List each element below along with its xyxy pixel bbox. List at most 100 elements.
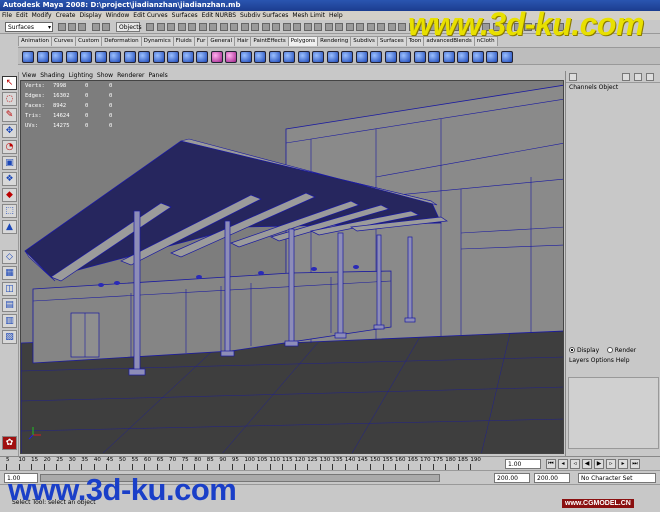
hypershade-layout-icon[interactable]: ▥ — [2, 314, 17, 328]
attribute-editor-icon[interactable] — [622, 73, 630, 81]
perspective-viewport[interactable]: Verts: 7998 0 0 Edges: 16302 0 0 Faces: 8942 0 0 Tri… — [20, 80, 564, 454]
shelf-tool-icon[interactable] — [196, 51, 208, 63]
new-scene-icon[interactable] — [58, 23, 66, 31]
shelf-tool-icon[interactable] — [138, 51, 150, 63]
panel-menu-item[interactable]: Panels — [146, 72, 169, 79]
shelf-tool-icon[interactable] — [312, 51, 324, 63]
rotate-tool-icon[interactable]: ◔ — [2, 140, 17, 154]
display-layer-radio[interactable]: Display — [569, 347, 599, 354]
lasso-tool-icon[interactable]: ◌ — [2, 92, 17, 106]
play-back-icon[interactable]: ◀ — [582, 459, 592, 469]
shelf-tab[interactable]: Surfaces — [376, 36, 407, 46]
status-line-icon[interactable] — [209, 23, 217, 31]
prev-key-icon[interactable]: ◃ — [570, 459, 580, 469]
menu-item[interactable]: Edit Curves — [131, 12, 169, 19]
status-line-icon[interactable] — [356, 23, 364, 31]
shelf-tool-icon[interactable] — [181, 51, 194, 63]
status-line-icon[interactable] — [314, 23, 322, 31]
current-frame-field[interactable]: 1.00 — [505, 459, 541, 469]
shelf-tool-icon[interactable] — [457, 51, 469, 63]
shelf-tool-icon[interactable] — [225, 51, 237, 63]
shelf-tool-icon[interactable] — [326, 51, 339, 63]
shelf-tool-icon[interactable] — [500, 51, 513, 63]
shelf-tool-icon[interactable] — [355, 51, 368, 63]
shelf-tool-icon[interactable] — [80, 51, 92, 63]
status-line-icon[interactable] — [335, 23, 343, 31]
end-time-field[interactable]: 200.00 — [494, 473, 530, 483]
status-line-icon[interactable] — [177, 23, 186, 31]
shelf-tab[interactable]: Rendering — [317, 36, 352, 46]
persp-graph-layout-icon[interactable]: ▤ — [2, 298, 17, 312]
status-line-icon[interactable] — [230, 23, 238, 31]
menu-item[interactable]: Edit — [14, 12, 30, 19]
save-scene-icon[interactable] — [78, 23, 86, 31]
status-line-icon[interactable] — [303, 23, 312, 31]
render-layer-radio[interactable]: Render — [606, 347, 636, 354]
shelf-tool-icon[interactable] — [22, 51, 34, 63]
shelf-tool-icon[interactable] — [486, 51, 498, 63]
status-line-icon[interactable] — [366, 23, 375, 31]
single-perspective-layout-icon[interactable]: ◇ — [2, 250, 17, 264]
shelf-tab[interactable]: Custom — [75, 36, 103, 46]
outliner-layout-icon[interactable]: ▧ — [2, 330, 17, 344]
status-line-icon[interactable] — [272, 23, 280, 31]
status-line-icon[interactable] — [293, 23, 301, 31]
menu-item[interactable]: File — [0, 12, 14, 19]
shelf-tab[interactable]: Curves — [51, 36, 77, 46]
shelf-tool-icon[interactable] — [65, 51, 78, 63]
layer-editor-menu[interactable]: Layers Options Help — [569, 357, 630, 364]
shelf-tool-icon[interactable] — [370, 51, 382, 63]
panel-menu-item[interactable]: Renderer — [115, 72, 146, 79]
shelf-tool-icon[interactable] — [471, 51, 484, 63]
shelf-tab[interactable]: Dynamics — [140, 36, 174, 46]
status-line-icon[interactable] — [167, 23, 175, 31]
menu-item[interactable]: Subdiv Surfaces — [238, 12, 290, 19]
panel-menu-item[interactable]: Shading — [38, 72, 66, 79]
shelf-tool-icon[interactable] — [341, 51, 353, 63]
shelf-tool-icon[interactable] — [399, 51, 411, 63]
shelf-tool-icon[interactable] — [51, 51, 63, 63]
shelf-tool-icon[interactable] — [210, 51, 223, 63]
next-key-icon[interactable]: ▹ — [606, 459, 616, 469]
status-line-icon[interactable] — [377, 23, 385, 31]
select-object-icon[interactable] — [102, 23, 110, 31]
panel-menu-item[interactable]: View — [20, 72, 38, 79]
soft-mod-icon[interactable]: ◆ — [2, 188, 17, 202]
channel-box-toggle-icon[interactable] — [569, 73, 577, 81]
step-forward-icon[interactable]: ▸ — [618, 459, 628, 469]
character-set-dropdown[interactable]: No Character Set — [578, 473, 656, 483]
select-hierarchy-icon[interactable] — [92, 23, 100, 31]
menu-item[interactable]: Window — [104, 12, 132, 19]
step-back-icon[interactable]: ◂ — [558, 459, 568, 469]
tool-settings-icon[interactable] — [634, 73, 642, 81]
shelf-tool-icon[interactable] — [384, 51, 397, 63]
panel-menu-item[interactable]: Lighting — [67, 72, 95, 79]
shelf-tool-icon[interactable] — [123, 51, 136, 63]
panel-menu-item[interactable]: Show — [95, 72, 115, 79]
four-view-layout-icon[interactable]: ▦ — [2, 266, 17, 280]
shelf-tool-icon[interactable] — [442, 51, 455, 63]
last-tool-icon[interactable]: ▲ — [2, 220, 17, 234]
status-line-icon[interactable] — [398, 23, 406, 31]
shelf-tool-icon[interactable] — [297, 51, 310, 63]
status-line-icon[interactable] — [219, 23, 228, 31]
status-line-icon[interactable] — [156, 23, 165, 31]
menu-item[interactable]: Help — [327, 12, 345, 19]
anim-end-field[interactable]: 200.00 — [534, 473, 570, 483]
goto-end-icon[interactable]: ⏭ — [630, 459, 640, 469]
shelf-tool-icon[interactable] — [109, 51, 121, 63]
menu-item[interactable]: Modify — [30, 12, 54, 19]
shelf-tool-icon[interactable] — [428, 51, 440, 63]
status-line-icon[interactable] — [146, 23, 154, 31]
shelf-tab[interactable]: PaintEffects — [250, 36, 289, 46]
play-forward-icon[interactable]: ▶ — [594, 459, 604, 469]
scale-tool-icon[interactable]: ▣ — [2, 156, 17, 170]
shelf-tab[interactable]: Subdivs — [350, 36, 378, 46]
status-line-icon[interactable] — [188, 23, 196, 31]
shelf-tool-icon[interactable] — [152, 51, 165, 63]
universal-manip-icon[interactable]: ❖ — [2, 172, 17, 186]
select-tool-icon[interactable]: ↖ — [2, 76, 17, 90]
goto-start-icon[interactable]: ⏮ — [546, 459, 556, 469]
menu-item[interactable]: Mesh Limit — [290, 12, 327, 19]
channel-layer-icon[interactable] — [646, 73, 654, 81]
